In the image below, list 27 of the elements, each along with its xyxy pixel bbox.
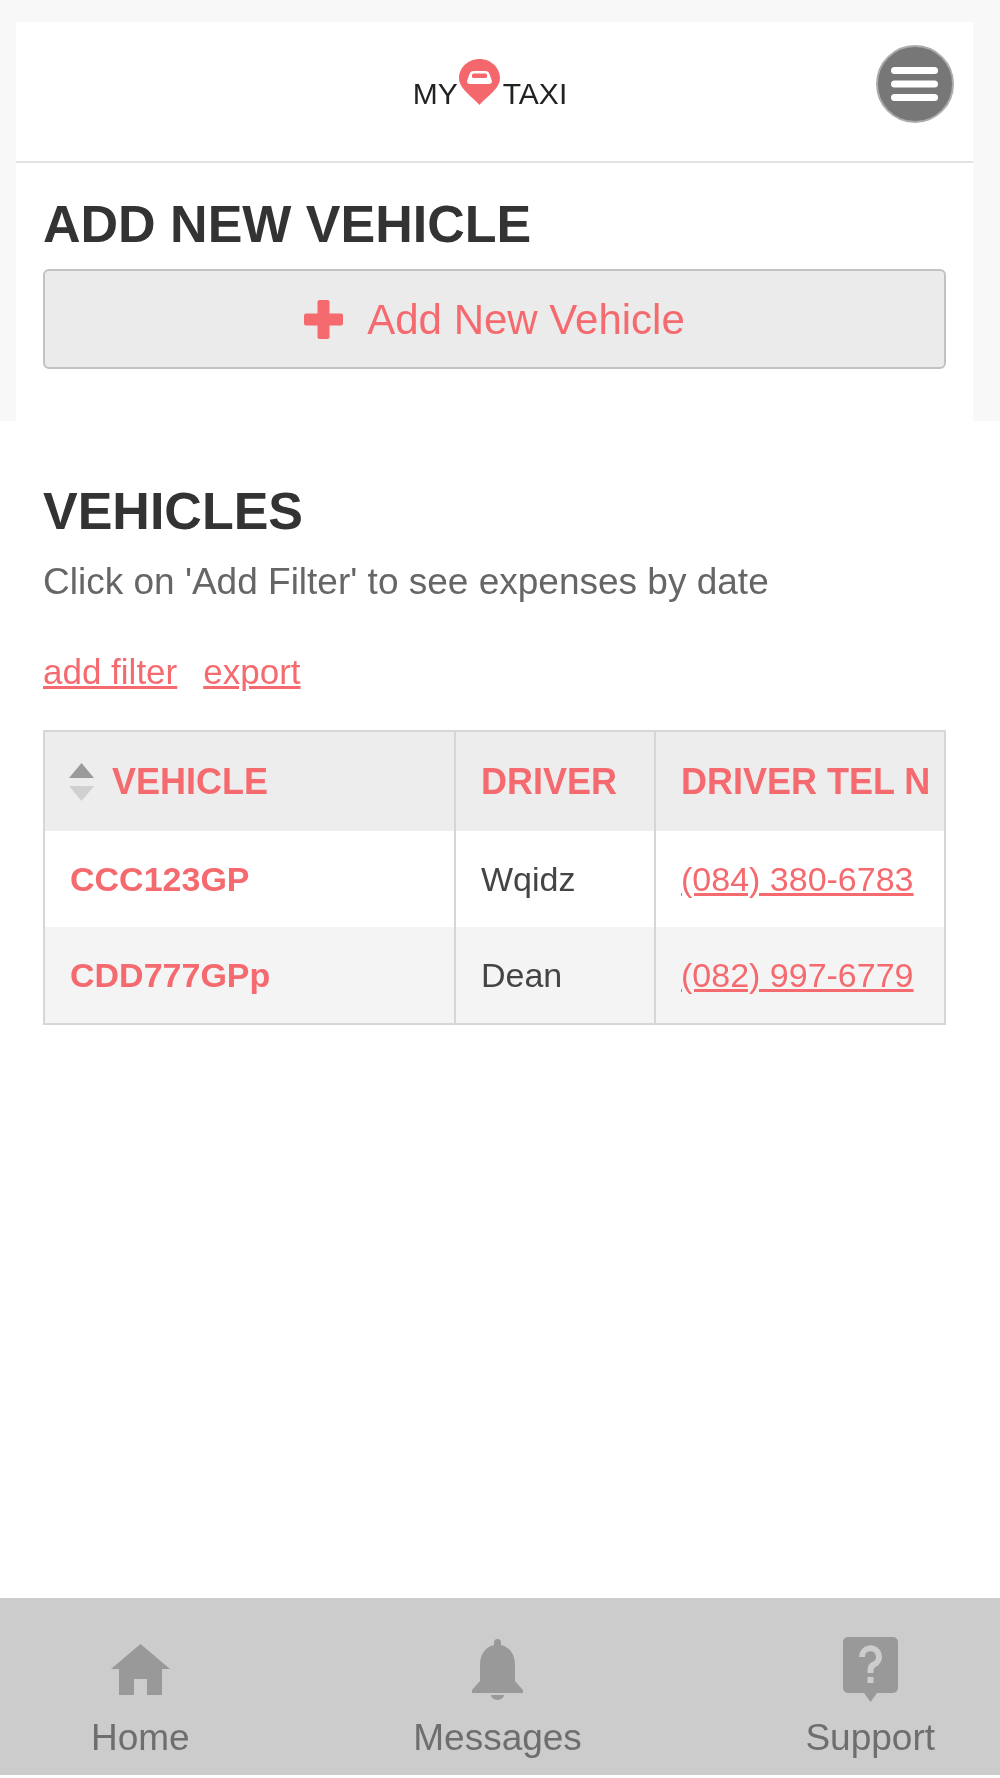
plate-number: CDD777GPp — [70, 958, 271, 992]
column-header[interactable]: DRIVER — [481, 763, 618, 800]
bell-icon — [472, 1638, 524, 1700]
column-header[interactable]: VEHICLE — [112, 763, 269, 800]
logo-text: TAXI — [502, 78, 568, 109]
help-icon — [842, 1636, 898, 1702]
driver-name: Dean — [481, 958, 563, 992]
sort-icon[interactable] — [69, 762, 94, 801]
phone-link[interactable]: (084) 380-6783 — [681, 859, 914, 899]
action-link[interactable]: export — [203, 650, 301, 694]
section-title: VEHICLES — [43, 481, 305, 541]
logo-text: MY — [412, 78, 458, 109]
nav-button[interactable]: Messages — [413, 1636, 582, 1760]
add-vehicle-button[interactable]: Add New Vehicle — [43, 269, 946, 369]
nav-button[interactable]: Support — [805, 1636, 935, 1760]
nav-button[interactable]: Home — [91, 1636, 190, 1760]
plus-icon — [304, 299, 344, 339]
phone-link[interactable]: (082) 997-6779 — [681, 955, 914, 995]
menu-icon — [891, 66, 939, 101]
car-pin-icon — [458, 58, 500, 105]
section-title: ADD NEW VEHICLE — [43, 194, 533, 254]
section-description: Click on 'Add Filter' to see expenses by date — [43, 560, 770, 604]
plate-number: CCC123GP — [70, 862, 250, 896]
home-icon — [110, 1643, 170, 1695]
column-header[interactable]: DRIVER TEL N — [681, 763, 931, 800]
driver-name: Wqidz — [481, 862, 576, 896]
action-link[interactable]: add filter — [43, 650, 178, 694]
